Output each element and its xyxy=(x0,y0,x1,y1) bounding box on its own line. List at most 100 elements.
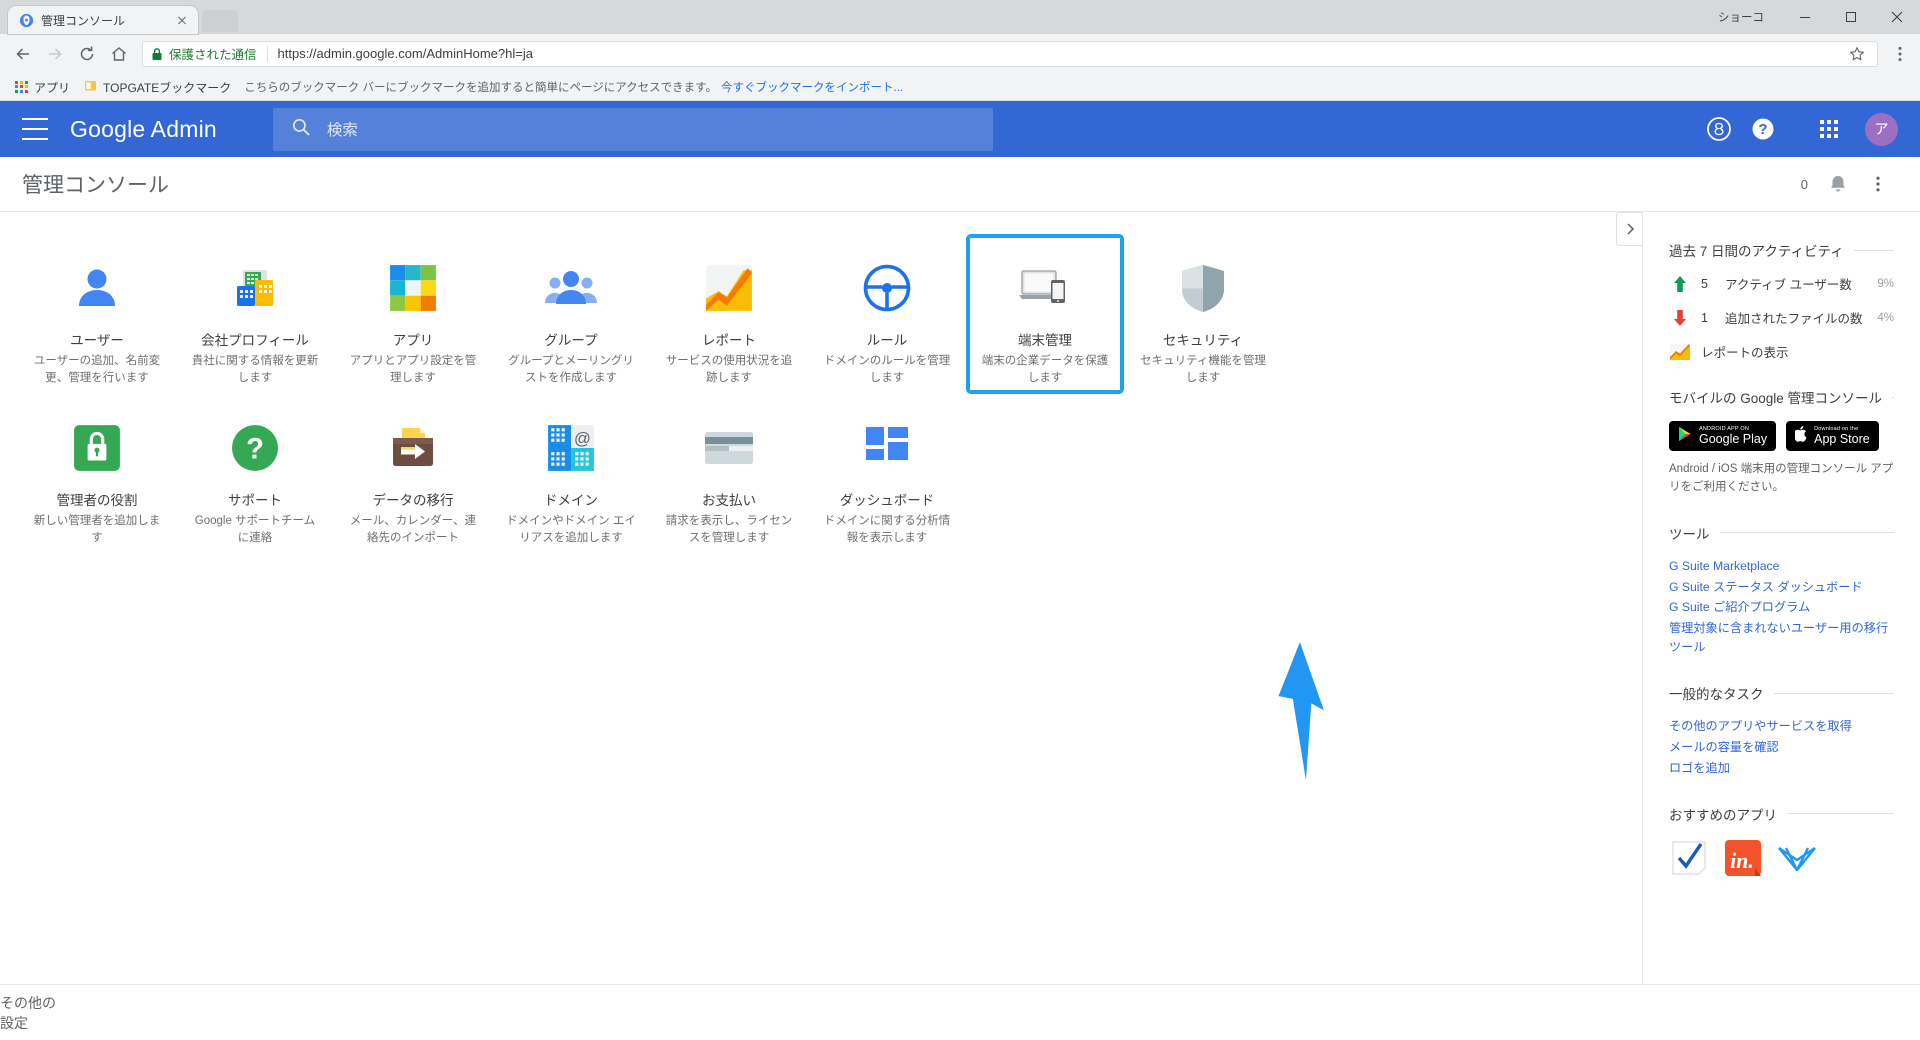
more-settings-bar[interactable]: その他の設定 xyxy=(0,984,56,1040)
section-header: 過去 7 日間のアクティビティ xyxy=(1669,240,1894,260)
section-header: ツール xyxy=(1669,523,1894,543)
section-header: 一般的なタスク xyxy=(1669,683,1894,703)
section-divider xyxy=(1773,692,1894,694)
tile-label: お支払い xyxy=(702,493,756,508)
svg-text:?: ? xyxy=(1758,121,1767,138)
activity-label: アクティブ ユーザー数 xyxy=(1725,278,1852,292)
tools-link-marketplace[interactable]: G Suite Marketplace xyxy=(1669,557,1894,576)
notification-count: 0 xyxy=(1800,176,1808,192)
app-store-badge[interactable]: Download on the App Store xyxy=(1786,421,1879,451)
task-link-check-mail-storage[interactable]: メールの容量を確認 xyxy=(1669,738,1894,757)
tile-label: ルール xyxy=(866,333,908,348)
tile-security[interactable]: セキュリティ セキュリティ機能を管理します xyxy=(1124,234,1282,394)
groups-icon xyxy=(544,261,598,315)
home-icon[interactable] xyxy=(104,39,134,69)
bookmark-apps[interactable]: アプリ xyxy=(8,77,77,98)
recommended-apps-row: in. xyxy=(1669,838,1894,883)
svg-text:@: @ xyxy=(574,429,591,448)
tools-link-status-dashboard[interactable]: G Suite ステータス ダッシュボード xyxy=(1669,578,1894,597)
lock-icon xyxy=(151,47,163,61)
tile-label: ダッシュボード xyxy=(839,493,935,508)
page-content: Google Admin 検索 ? ア 管理コンソール 0 ユーザー ユーザーの… xyxy=(0,101,1920,1040)
task-link-add-logo[interactable]: ロゴを追加 xyxy=(1669,759,1894,778)
tile-apps[interactable]: アプリ アプリとアプリ設定を管理します xyxy=(334,234,492,394)
tile-domains[interactable]: @ ドメイン ドメインやドメイン エイリアスを追加します xyxy=(492,394,650,554)
g-suite-icon[interactable] xyxy=(1697,107,1741,151)
view-reports-link[interactable]: レポートの表示 xyxy=(1701,342,1789,361)
tile-dashboard[interactable]: ダッシュボード ドメインに関する分析情報を表示します xyxy=(808,394,966,554)
tile-admin-roles[interactable]: 管理者の役割 新しい管理者を追加します xyxy=(18,394,176,554)
tile-groups[interactable]: グループ グループとメーリングリストを作成します xyxy=(492,234,650,394)
smartsheet-icon[interactable] xyxy=(1669,838,1709,883)
tools-link-unmanaged-user-migration[interactable]: 管理対象に含まれないユーザー用の移行ツール xyxy=(1669,619,1894,657)
tile-rules[interactable]: ルール ドメインのルールを管理します xyxy=(808,234,966,394)
store-badges: ANDROID APP ON Google Play Download on t… xyxy=(1669,421,1894,451)
tile-company-profile[interactable]: 会社プロフィール 貴社に関する情報を更新します xyxy=(176,234,334,394)
bookmark-star-icon[interactable] xyxy=(1845,42,1869,66)
forward-icon[interactable] xyxy=(40,39,70,69)
admin-console-favicon xyxy=(19,13,34,28)
activity-count: 5 xyxy=(1701,276,1708,291)
tile-data-migration[interactable]: データの移行 メール、カレンダー、連絡先のインポート xyxy=(334,394,492,554)
hamburger-menu-icon[interactable] xyxy=(22,118,48,140)
section-divider xyxy=(1719,532,1894,534)
bell-icon[interactable] xyxy=(1818,164,1858,204)
invision-icon[interactable]: in. xyxy=(1723,838,1763,883)
dashboard-icon xyxy=(860,421,914,475)
apps-squares-icon xyxy=(386,261,440,315)
google-play-badge[interactable]: ANDROID APP ON Google Play xyxy=(1669,421,1777,451)
tile-reports[interactable]: レポート サービスの使用状況を追跡します xyxy=(650,234,808,394)
minimize-icon[interactable] xyxy=(1782,0,1828,34)
tools-link-referral-program[interactable]: G Suite ご紹介プログラム xyxy=(1669,598,1894,617)
avatar[interactable]: ア xyxy=(1865,112,1898,146)
tiles-container: ユーザー ユーザーの追加、名前変更、管理を行います 会社プロフィール 貴社に関す… xyxy=(0,212,1642,984)
tile-label: アプリ xyxy=(392,333,434,348)
new-tab-button[interactable] xyxy=(202,10,238,32)
tile-description: Google サポートチームに連絡 xyxy=(194,515,316,544)
tile-description: ユーザーの追加、名前変更、管理を行います xyxy=(33,355,161,384)
back-icon[interactable] xyxy=(8,39,38,69)
question-mark-icon: ? xyxy=(228,421,282,475)
reload-icon[interactable] xyxy=(72,39,102,69)
omnibox-divider xyxy=(266,45,268,62)
steering-wheel-icon xyxy=(860,261,914,315)
tile-label: ドメイン xyxy=(544,493,598,508)
tile-device-management[interactable]: 端末管理 端末の企業データを保護します xyxy=(966,234,1124,394)
tile-label: 会社プロフィール xyxy=(201,333,309,348)
google-apps-grid-icon[interactable] xyxy=(1807,107,1851,151)
google-admin-header: Google Admin 検索 ? ア xyxy=(0,101,1920,157)
tile-description: セキュリティ機能を管理します xyxy=(1140,355,1266,384)
overflow-menu-icon[interactable] xyxy=(1858,164,1898,204)
browser-tab[interactable]: 管理コンソール xyxy=(8,6,198,34)
view-reports-row[interactable]: レポートの表示 xyxy=(1669,342,1894,361)
search-input[interactable]: 検索 xyxy=(272,107,993,151)
window-close-icon[interactable] xyxy=(1874,0,1920,34)
search-placeholder: 検索 xyxy=(326,122,358,139)
tile-support[interactable]: ? サポート Google サポートチームに連絡 xyxy=(176,394,334,554)
window-user-label: ショーコ xyxy=(1718,12,1764,24)
svg-text:in.: in. xyxy=(1730,848,1754,873)
xero-icon[interactable] xyxy=(1777,840,1817,881)
close-icon[interactable] xyxy=(174,12,190,28)
bookmark-topgate[interactable]: TOPGATEブックマーク xyxy=(77,77,238,98)
tile-label: ユーザー xyxy=(70,333,124,348)
tile-description: 端末の企業データを保護します xyxy=(981,355,1109,384)
bookmarks-import-link[interactable]: 今すぐブックマークをインポート... xyxy=(721,79,903,95)
help-icon[interactable]: ? xyxy=(1741,107,1785,151)
maximize-icon[interactable] xyxy=(1828,0,1874,34)
address-bar[interactable]: 保護された通信 https://admin.google.com/AdminHo… xyxy=(142,40,1878,67)
task-link-get-more-apps[interactable]: その他のアプリやサービスを取得 xyxy=(1669,717,1894,736)
tile-description: 請求を表示し、ライセンスを管理します xyxy=(665,515,793,544)
page-title: 管理コンソール xyxy=(22,174,169,197)
collapse-panel-chevron-icon[interactable] xyxy=(1616,212,1642,246)
chrome-menu-icon[interactable] xyxy=(1888,42,1912,66)
console-title-bar: 管理コンソール 0 xyxy=(0,157,1920,212)
recommended-apps-section: おすすめのアプリ in. xyxy=(1669,804,1894,883)
tab-title: 管理コンソール xyxy=(41,13,126,28)
tile-users[interactable]: ユーザー ユーザーの追加、名前変更、管理を行います xyxy=(18,234,176,394)
tile-description: ドメインやドメイン エイリアスを追加します xyxy=(506,515,636,544)
secure-label: 保護された通信 xyxy=(169,48,257,62)
tile-billing[interactable]: お支払い 請求を表示し、ライセンスを管理します xyxy=(650,394,808,554)
tile-row: 管理者の役割 新しい管理者を追加します ? サポート Google サポートチー… xyxy=(0,394,1642,554)
activity-row-added-files: 1 追加されたファイルの数 4% xyxy=(1669,308,1894,327)
